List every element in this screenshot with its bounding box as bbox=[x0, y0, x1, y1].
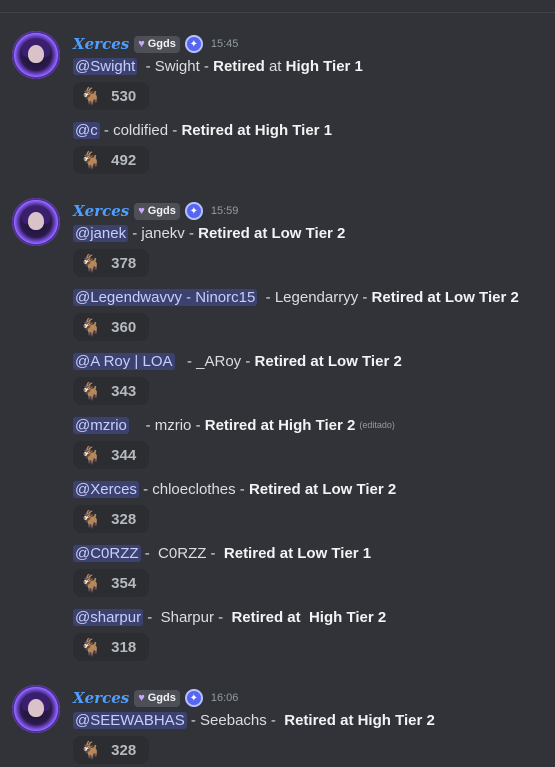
message-bold: Retired at Low Tier 1 bbox=[223, 544, 372, 562]
purple-heart-icon: ♥ bbox=[138, 38, 145, 50]
message-bold: Retired bbox=[213, 57, 265, 75]
message-text: - Swight - bbox=[137, 57, 214, 75]
user-mention[interactable]: @Swight bbox=[73, 57, 138, 75]
user-mention[interactable]: @janek bbox=[73, 224, 129, 242]
reaction-count: 360 bbox=[111, 318, 137, 336]
message-header: Xerces ♥ Ggds ✦ 15:45 bbox=[73, 34, 238, 54]
message-line: @C0RZZ - C0RZZ - Retired at Low Tier 1 bbox=[73, 542, 371, 564]
user-mention[interactable]: @mzrio bbox=[73, 416, 129, 434]
message-bold: Retired at High Tier 2 bbox=[231, 608, 387, 626]
message-line: @Xerces - chloeclothes - Retired at Low … bbox=[73, 478, 396, 500]
message-text: - Sharpur - bbox=[143, 608, 232, 626]
goat-emoji-icon: 🐐 bbox=[80, 445, 102, 465]
message-text: - Seebachs - bbox=[186, 711, 285, 729]
goat-emoji-icon: 🐐 bbox=[80, 150, 102, 170]
goat-emoji-icon: 🐐 bbox=[80, 509, 102, 529]
goat-emoji-icon: 🐐 bbox=[80, 637, 102, 657]
goat-reaction[interactable]: 🐐 318 bbox=[73, 633, 149, 661]
message-text: - coldified - bbox=[99, 121, 182, 139]
discord-badge-icon[interactable]: ✦ bbox=[184, 35, 203, 53]
reaction-count: 343 bbox=[111, 382, 137, 400]
avatar[interactable] bbox=[12, 31, 60, 79]
edited-label: (editado) bbox=[359, 420, 395, 430]
message-bold: Retired at Low Tier 2 bbox=[248, 480, 397, 498]
message-header: Xerces ♥ Ggds ✦ 16:06 bbox=[73, 688, 238, 708]
avatar[interactable] bbox=[12, 198, 60, 246]
user-mention[interactable]: @A Roy | LOA bbox=[73, 352, 175, 370]
message-line: @mzrio - mzrio - Retired at High Tier 2(… bbox=[73, 414, 395, 436]
timestamp: 15:45 bbox=[210, 38, 239, 50]
goat-reaction[interactable]: 🐐 328 bbox=[73, 736, 149, 764]
message-text: - chloeclothes - bbox=[138, 480, 249, 498]
goat-reaction[interactable]: 🐐 492 bbox=[73, 146, 149, 174]
message-bold: Retired at High Tier 2 bbox=[284, 711, 435, 729]
message-text: - _ARoy - bbox=[174, 352, 255, 370]
avatar[interactable] bbox=[12, 685, 60, 733]
server-tag-label: Ggds bbox=[147, 38, 176, 50]
message-bold: Retired at High Tier 1 bbox=[181, 121, 333, 139]
server-tag-label: Ggds bbox=[147, 692, 176, 704]
message-bold: Retired at Low Tier 2 bbox=[254, 352, 402, 370]
message-bold: Retired at High Tier 2 bbox=[204, 416, 356, 434]
user-mention[interactable]: @C0RZZ bbox=[73, 544, 141, 562]
goat-emoji-icon: 🐐 bbox=[80, 86, 102, 106]
message-text: - C0RZZ - bbox=[140, 544, 224, 562]
reaction-count: 318 bbox=[111, 638, 137, 656]
message-line: @janek - janekv - Retired at Low Tier 2 bbox=[73, 222, 345, 244]
message-header: Xerces ♥ Ggds ✦ 15:59 bbox=[73, 201, 238, 221]
goat-reaction[interactable]: 🐐 378 bbox=[73, 249, 149, 277]
message-line: @c - coldified - Retired at High Tier 1 bbox=[73, 119, 332, 141]
purple-heart-icon: ♥ bbox=[138, 205, 145, 217]
goat-reaction[interactable]: 🐐 530 bbox=[73, 82, 149, 110]
goat-reaction[interactable]: 🐐 360 bbox=[73, 313, 149, 341]
user-mention[interactable]: @Xerces bbox=[73, 480, 139, 498]
username[interactable]: Xerces bbox=[73, 202, 129, 220]
message-line: @sharpur - Sharpur - Retired at High Tie… bbox=[73, 606, 386, 628]
goat-emoji-icon: 🐐 bbox=[80, 253, 102, 273]
reaction-count: 378 bbox=[111, 254, 137, 272]
goat-reaction[interactable]: 🐐 328 bbox=[73, 505, 149, 533]
discord-badge-icon[interactable]: ✦ bbox=[184, 689, 203, 707]
message-line: @A Roy | LOA - _ARoy - Retired at Low Ti… bbox=[73, 350, 402, 372]
goat-reaction[interactable]: 🐐 344 bbox=[73, 441, 149, 469]
reaction-count: 530 bbox=[111, 87, 137, 105]
user-mention[interactable]: @sharpur bbox=[73, 608, 144, 626]
reaction-count: 354 bbox=[111, 574, 137, 592]
user-mention[interactable]: @Legendwavvy - Ninorc15 bbox=[73, 288, 258, 306]
server-tag[interactable]: ♥ Ggds bbox=[134, 689, 180, 707]
username[interactable]: Xerces bbox=[73, 689, 129, 707]
message-bold: Retired at Low Tier 2 bbox=[371, 288, 519, 306]
divider bbox=[0, 12, 555, 13]
user-mention[interactable]: @SEEWABHAS bbox=[73, 711, 187, 729]
server-tag-label: Ggds bbox=[147, 205, 176, 217]
goat-emoji-icon: 🐐 bbox=[80, 573, 102, 593]
message-text: - Legendarryy - bbox=[257, 288, 372, 306]
server-tag[interactable]: ♥ Ggds bbox=[134, 35, 180, 53]
message-bold: Retired at Low Tier 2 bbox=[198, 224, 346, 242]
purple-heart-icon: ♥ bbox=[138, 692, 145, 704]
goat-emoji-icon: 🐐 bbox=[80, 381, 102, 401]
reaction-count: 328 bbox=[111, 741, 137, 759]
goat-reaction[interactable]: 🐐 354 bbox=[73, 569, 149, 597]
message-line: @Legendwavvy - Ninorc15 - Legendarryy - … bbox=[73, 286, 519, 308]
user-mention[interactable]: @c bbox=[73, 121, 100, 139]
reaction-count: 328 bbox=[111, 510, 137, 528]
goat-emoji-icon: 🐐 bbox=[80, 740, 102, 760]
discord-badge-icon[interactable]: ✦ bbox=[184, 202, 203, 220]
message-line: @SEEWABHAS - Seebachs - Retired at High … bbox=[73, 709, 435, 731]
message-line: @Swight - Swight - Retired at High Tier … bbox=[73, 55, 363, 77]
timestamp: 15:59 bbox=[210, 205, 239, 217]
reaction-count: 492 bbox=[111, 151, 137, 169]
message-text: at bbox=[264, 57, 286, 75]
message-bold: High Tier 1 bbox=[285, 57, 363, 75]
message-text: - mzrio - bbox=[128, 416, 205, 434]
message-text: - janekv - bbox=[128, 224, 199, 242]
goat-reaction[interactable]: 🐐 343 bbox=[73, 377, 149, 405]
timestamp: 16:06 bbox=[210, 692, 239, 704]
username[interactable]: Xerces bbox=[73, 35, 129, 53]
reaction-count: 344 bbox=[111, 446, 137, 464]
server-tag[interactable]: ♥ Ggds bbox=[134, 202, 180, 220]
goat-emoji-icon: 🐐 bbox=[80, 317, 102, 337]
